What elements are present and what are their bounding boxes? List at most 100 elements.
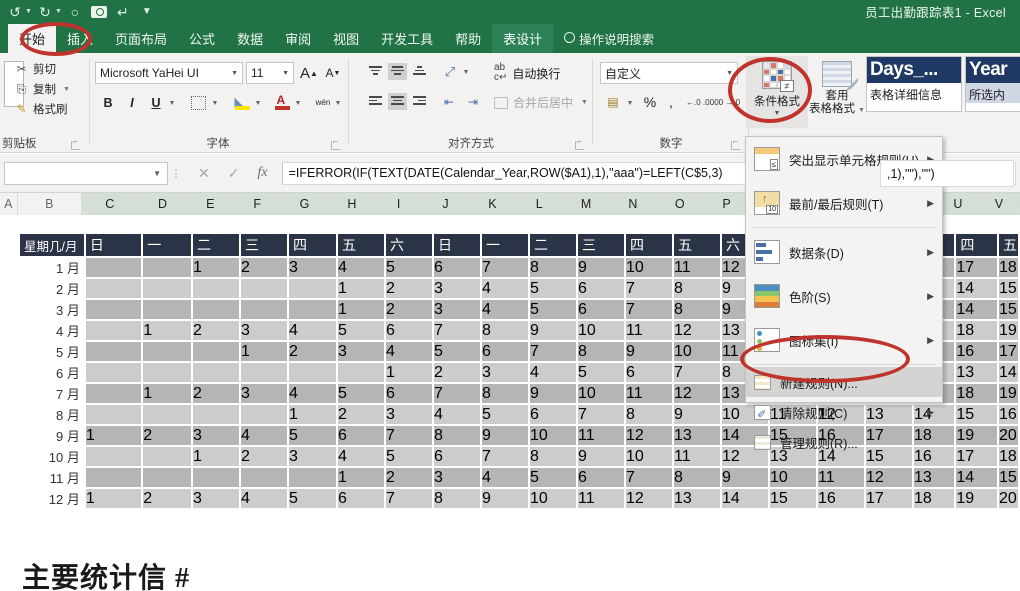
bold-button[interactable]: B	[98, 92, 118, 114]
table-cell[interactable]: 7	[434, 384, 480, 403]
table-cell[interactable]	[289, 300, 336, 319]
decrease-decimal-icon[interactable]: .00 →.0	[714, 93, 738, 111]
table-cell[interactable]	[241, 279, 287, 298]
table-cell[interactable]: 17	[866, 489, 912, 508]
table-cell[interactable]	[289, 363, 336, 382]
table-cell[interactable]: 19	[999, 384, 1018, 403]
table-cell[interactable]: 2	[143, 426, 191, 445]
font-name-input[interactable]: Microsoft YaHei UI ▼	[95, 62, 243, 84]
table-cell[interactable]	[289, 468, 336, 487]
table-cell[interactable]: 5	[530, 300, 576, 319]
table-cell[interactable]: 12	[674, 321, 720, 340]
cut-button[interactable]: ✂ 剪切	[14, 59, 70, 79]
table-cell[interactable]: 14	[956, 300, 997, 319]
table-cell[interactable]	[86, 447, 141, 466]
table-cell[interactable]: 12	[626, 489, 672, 508]
table-cell[interactable]: 10	[530, 426, 576, 445]
format-painter-button[interactable]: ✎ 格式刷	[14, 99, 70, 119]
copy-button[interactable]: ⎘ 复制 ▼	[14, 79, 70, 99]
font-color-dropdown-icon[interactable]: ▼	[292, 95, 304, 111]
customize-qat-icon[interactable]: ▼	[136, 1, 158, 22]
tab-review[interactable]: 审阅	[274, 24, 322, 53]
column-header-m[interactable]: M	[563, 193, 610, 215]
table-cell[interactable]: 5	[482, 405, 528, 424]
table-cell[interactable]: 7	[482, 447, 528, 466]
table-cell[interactable]: 10	[770, 468, 816, 487]
table-cell[interactable]	[193, 405, 239, 424]
table-cell[interactable]: 6	[626, 363, 672, 382]
table-cell[interactable]: 11	[626, 384, 672, 403]
merge-dropdown-icon[interactable]: ▼	[581, 99, 588, 106]
font-size-dropdown-icon[interactable]: ▼	[282, 70, 289, 77]
column-header-u[interactable]: U	[938, 193, 979, 215]
fill-color-icon[interactable]: ◣	[232, 91, 252, 113]
table-cell[interactable]	[86, 405, 141, 424]
italic-button[interactable]: I	[122, 92, 142, 114]
accounting-dropdown-icon[interactable]: ▼	[624, 95, 636, 111]
table-cell[interactable]: 2	[338, 405, 384, 424]
orientation-dropdown-icon[interactable]: ▼	[460, 65, 472, 79]
table-cell[interactable]: 3	[289, 258, 336, 277]
column-header-l[interactable]: L	[516, 193, 563, 215]
decrease-indent-icon[interactable]: ⇤	[438, 93, 460, 111]
table-cell[interactable]	[338, 363, 384, 382]
table-cell[interactable]: 11	[578, 489, 624, 508]
table-cell[interactable]: 6	[578, 279, 624, 298]
table-cell[interactable]: 9	[578, 447, 624, 466]
table-cell[interactable]	[143, 447, 191, 466]
circle-icon[interactable]: ○	[64, 1, 86, 22]
table-cell[interactable]	[86, 258, 141, 277]
comma-style-icon[interactable]: ,	[662, 91, 680, 113]
column-header-a[interactable]: A	[0, 193, 18, 215]
table-cell[interactable]: 9	[626, 342, 672, 361]
table-cell[interactable]: 11	[578, 426, 624, 445]
align-right-icon[interactable]	[410, 93, 429, 110]
table-cell[interactable]: 2	[289, 342, 336, 361]
table-cell[interactable]	[86, 384, 141, 403]
redo-icon[interactable]: ↻	[34, 1, 56, 22]
table-cell[interactable]	[143, 468, 191, 487]
table-cell[interactable]: 1	[338, 468, 384, 487]
table-cell[interactable]: 7	[626, 468, 672, 487]
redo-dropdown-icon[interactable]: ▼	[55, 8, 62, 15]
merge-center-button[interactable]: 合并后居中 ▼	[494, 94, 588, 111]
table-cell[interactable]: 2	[241, 447, 287, 466]
tab-view[interactable]: 视图	[322, 24, 370, 53]
table-cell[interactable]: 13	[956, 363, 997, 382]
percent-style-icon[interactable]: %	[640, 91, 660, 113]
insert-function-icon[interactable]: fx	[257, 165, 267, 181]
table-cell[interactable]: 20	[999, 426, 1018, 445]
cancel-icon[interactable]: ✕	[198, 165, 210, 182]
table-cell[interactable]: 1	[143, 384, 191, 403]
menu-item[interactable]: 新建规则(N)...	[746, 367, 942, 397]
table-cell[interactable]: 5	[530, 468, 576, 487]
table-cell[interactable]: 15	[999, 300, 1018, 319]
format-as-table-button[interactable]: 套用 表格格式▼	[808, 56, 866, 128]
table-cell[interactable]: 4	[289, 321, 336, 340]
table-cell[interactable]: 4	[338, 258, 384, 277]
table-cell[interactable]: 14	[956, 468, 997, 487]
table-cell[interactable]: 4	[241, 426, 287, 445]
undo-dropdown-icon[interactable]: ▼	[25, 8, 32, 15]
table-cell[interactable]	[143, 300, 191, 319]
table-cell[interactable]: 2	[143, 489, 191, 508]
table-cell[interactable]: 8	[434, 426, 480, 445]
column-header-e[interactable]: E	[187, 193, 234, 215]
table-cell[interactable]: 15	[956, 405, 997, 424]
table-cell[interactable]: 7	[626, 300, 672, 319]
table-cell[interactable]: 9	[482, 489, 528, 508]
table-cell[interactable]: 3	[434, 300, 480, 319]
table-cell[interactable]	[193, 300, 239, 319]
table-cell[interactable]: 5	[338, 321, 384, 340]
undo-icon[interactable]: ↺	[4, 1, 26, 22]
table-cell[interactable]: 18	[956, 384, 997, 403]
tab-help[interactable]: 帮助	[444, 24, 492, 53]
phonetic-dropdown-icon[interactable]: ▼	[332, 95, 344, 111]
table-cell[interactable]: 13	[674, 426, 720, 445]
align-top-icon[interactable]	[366, 63, 385, 80]
table-cell[interactable]: 6	[386, 321, 432, 340]
table-cell[interactable]: 10	[674, 342, 720, 361]
borders-dropdown-icon[interactable]: ▼	[209, 95, 221, 111]
table-cell[interactable]: 10	[578, 384, 624, 403]
table-cell[interactable]: 3	[434, 468, 480, 487]
